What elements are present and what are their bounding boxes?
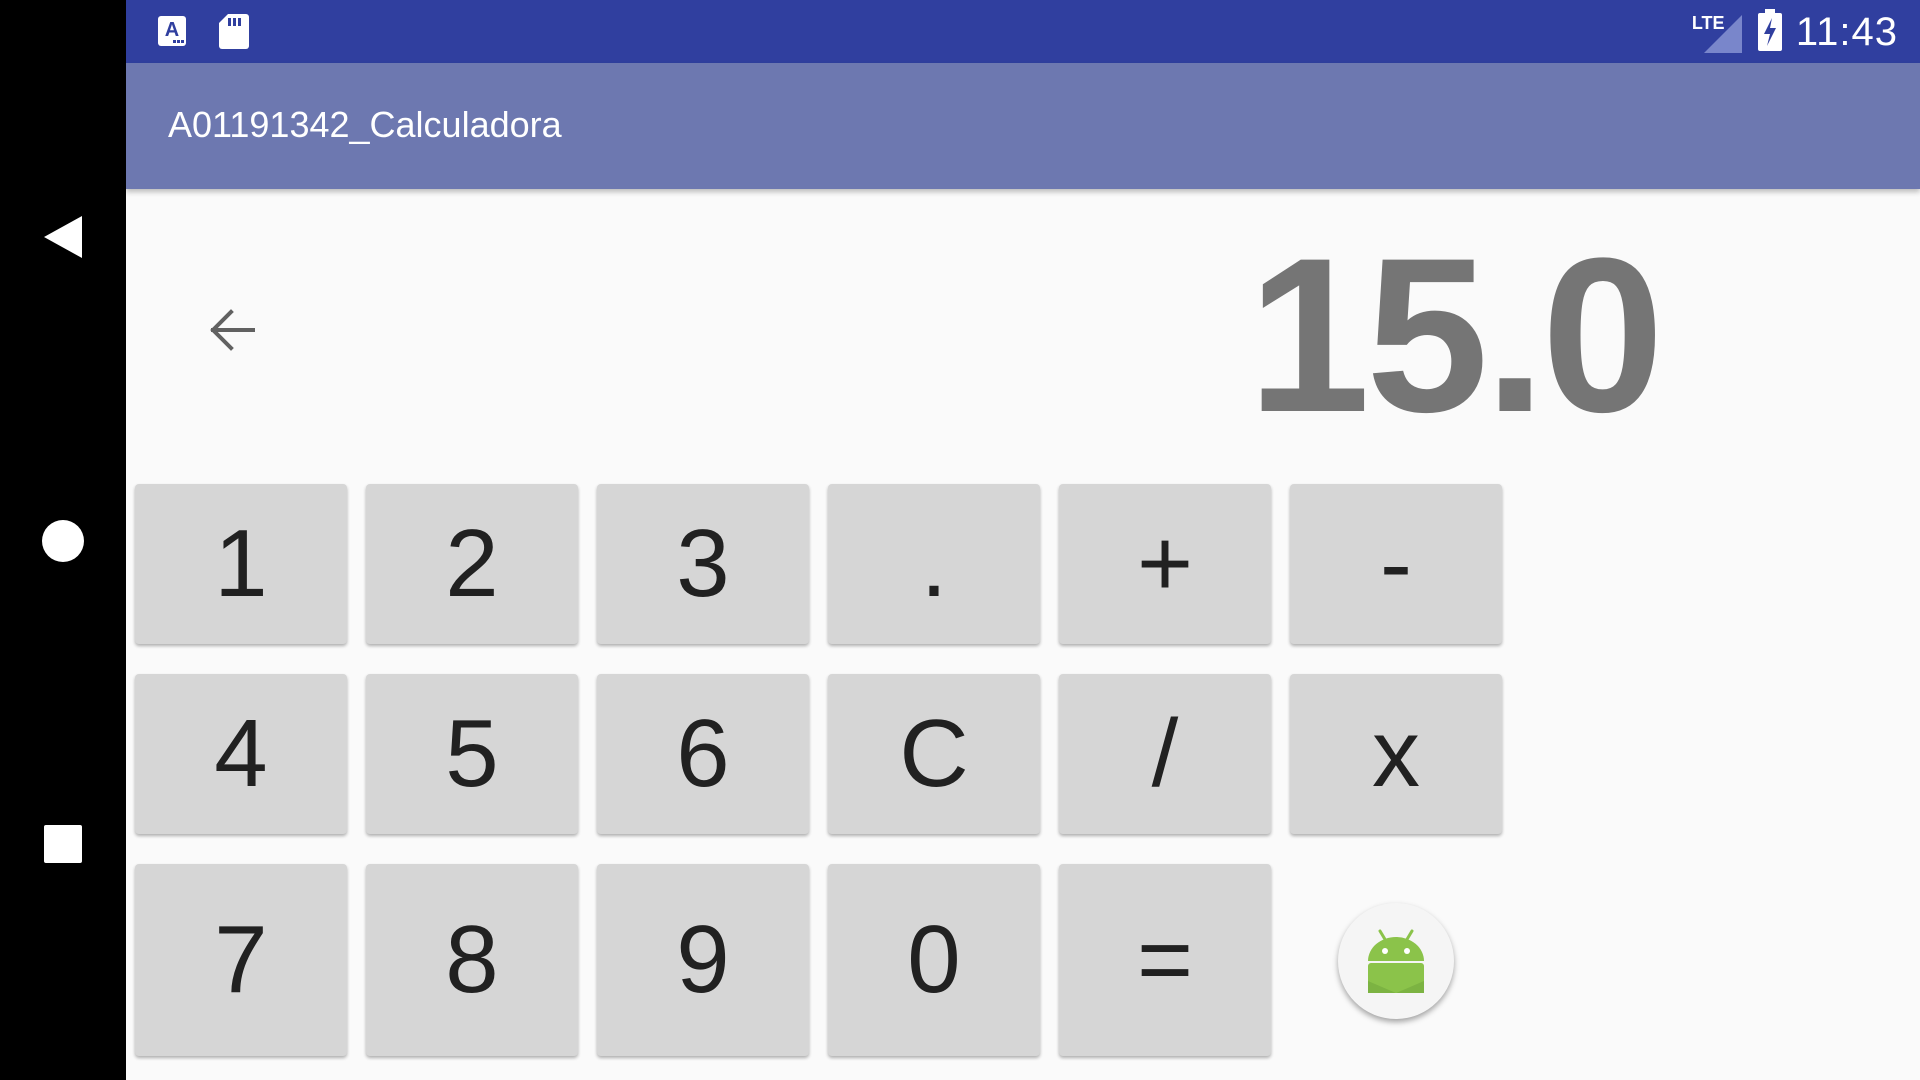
signal-icon: LTE <box>1692 11 1744 55</box>
key-2[interactable]: 2 <box>366 484 578 644</box>
nav-recents-button[interactable] <box>0 823 126 865</box>
sd-card-icon <box>218 12 250 55</box>
key-0[interactable]: 0 <box>828 864 1040 1056</box>
key-1[interactable]: 1 <box>135 484 347 644</box>
key-decimal-point[interactable]: . <box>828 484 1040 644</box>
home-circle-icon <box>42 520 84 562</box>
key-3[interactable]: 3 <box>597 484 809 644</box>
app-bar: A01191342_Calculadora <box>126 63 1920 189</box>
calculator-display: 15.0 <box>1247 212 1664 458</box>
android-icon <box>1368 929 1424 993</box>
android-fab-button[interactable] <box>1338 903 1454 1019</box>
nav-home-button[interactable] <box>0 518 126 564</box>
keyboard-a-icon: A <box>156 14 188 53</box>
key-divide[interactable]: / <box>1059 674 1271 834</box>
recents-square-icon <box>44 825 82 863</box>
key-minus[interactable]: - <box>1290 484 1502 644</box>
key-4[interactable]: 4 <box>135 674 347 834</box>
network-type-label: LTE <box>1691 12 1725 33</box>
status-clock: 11:43 <box>1795 10 1898 54</box>
svg-text:A: A <box>165 19 179 41</box>
key-8[interactable]: 8 <box>366 864 578 1056</box>
key-multiply[interactable]: x <box>1290 674 1502 834</box>
key-plus[interactable]: + <box>1059 484 1271 644</box>
system-navigation-bar <box>0 0 126 1080</box>
backspace-button[interactable] <box>200 300 264 360</box>
back-triangle-icon <box>44 216 82 258</box>
status-bar: A LTE 11:43 <box>126 0 1920 63</box>
key-9[interactable]: 9 <box>597 864 809 1056</box>
key-6[interactable]: 6 <box>597 674 809 834</box>
battery-charging-icon <box>1756 8 1784 57</box>
key-5[interactable]: 5 <box>366 674 578 834</box>
nav-back-button[interactable] <box>0 212 126 262</box>
key-clear[interactable]: C <box>828 674 1040 834</box>
key-7[interactable]: 7 <box>135 864 347 1056</box>
arrow-left-icon <box>210 309 255 351</box>
key-equals[interactable]: = <box>1059 864 1271 1056</box>
app-title: A01191342_Calculadora <box>168 104 562 145</box>
